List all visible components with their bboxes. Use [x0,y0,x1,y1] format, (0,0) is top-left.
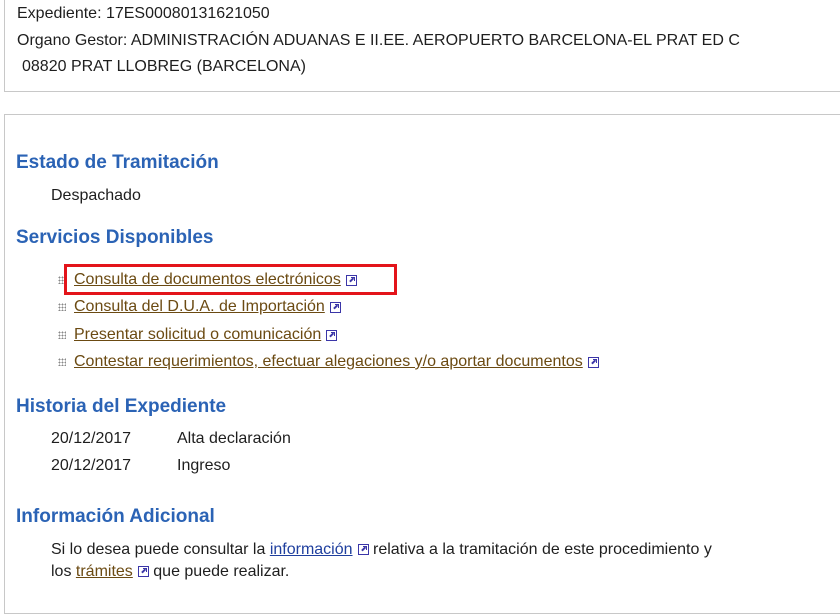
info-text: los [51,563,72,580]
info-link-informacion[interactable]: información [270,541,353,558]
info-line-2: los trámites que puede realizar. [51,562,289,582]
external-link-icon[interactable] [329,301,341,313]
history-event: Alta declaración [177,430,291,447]
info-text: relativa a la tramitación de este proced… [372,541,712,558]
info-line-1: Si lo desea puede consultar la informaci… [51,540,712,560]
external-link-icon[interactable] [326,329,338,341]
expediente-number: Expediente: 17ES00080131621050 [17,5,270,22]
service-item-solicitud[interactable]: Presentar solicitud o comunicación [58,324,338,346]
estado-value: Despachado [51,187,141,204]
history-event: Ingreso [177,457,231,474]
bullet-icon [58,303,66,311]
external-link-icon[interactable] [587,356,599,368]
history-date: 20/12/2017 [51,430,132,447]
estado-title: Estado de Tramitación [16,152,219,173]
service-link-dua[interactable]: Consulta del D.U.A. de Importación [74,298,325,316]
info-title: Información Adicional [16,506,215,527]
service-link-solicitud[interactable]: Presentar solicitud o comunicación [74,326,321,344]
service-item-dua[interactable]: Consulta del D.U.A. de Importación [58,296,341,318]
bullet-icon [58,331,66,339]
bullet-icon [58,358,66,366]
external-link-icon[interactable] [357,544,369,556]
organo-address: 08820 PRAT LLOBREG (BARCELONA) [22,58,306,75]
info-link-tramites[interactable]: trámites [76,563,133,580]
servicios-title: Servicios Disponibles [16,227,214,248]
history-date: 20/12/2017 [51,457,132,474]
info-text: que puede realizar. [153,563,290,580]
historia-title: Historia del Expediente [16,396,227,417]
service-item-requerimientos[interactable]: Contestar requerimientos, efectuar alega… [58,351,599,373]
info-text: Si lo desea puede consultar la [51,541,266,558]
organo-gestor: Organo Gestor: ADMINISTRACIÓN ADUANAS E … [17,32,740,49]
highlight-box [64,264,397,295]
service-link-requerimientos[interactable]: Contestar requerimientos, efectuar alega… [74,353,583,371]
external-link-icon[interactable] [137,566,149,578]
